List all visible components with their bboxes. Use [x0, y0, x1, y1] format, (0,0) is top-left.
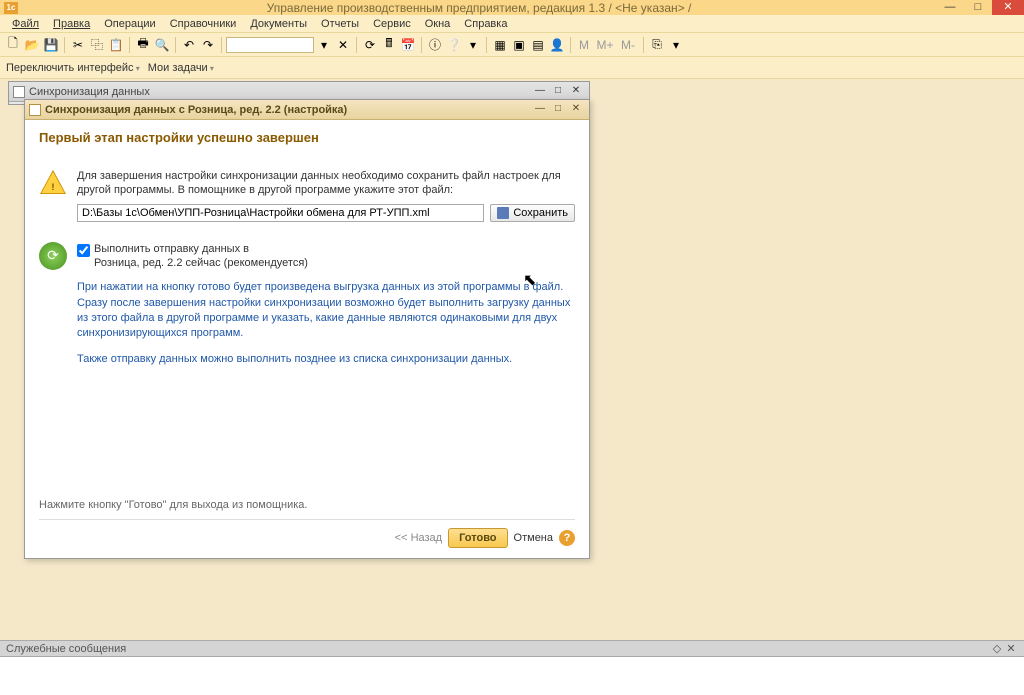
- panel1-minimize-button[interactable]: —: [531, 85, 549, 99]
- disk-icon: [497, 207, 509, 219]
- new-icon[interactable]: 🗋: [4, 36, 22, 54]
- panel2-minimize-button[interactable]: —: [531, 103, 549, 117]
- menu-service[interactable]: Сервис: [367, 17, 417, 31]
- warning-icon: !: [39, 169, 67, 197]
- menu-docs[interactable]: Документы: [244, 17, 313, 31]
- menu-windows[interactable]: Окна: [419, 17, 457, 31]
- toolbar-search-input[interactable]: [226, 37, 314, 53]
- dropdown2-icon[interactable]: ▾: [464, 36, 482, 54]
- panel2-maximize-button[interactable]: □: [549, 103, 567, 117]
- separator: [221, 37, 222, 53]
- menu-ops[interactable]: Операции: [98, 17, 161, 31]
- open-icon[interactable]: 📂: [23, 36, 41, 54]
- doc-icon: [29, 104, 41, 116]
- hint-text-2: Также отправку данных можно выполнить по…: [77, 352, 575, 367]
- workspace: Синхронизация данных — □ ✕ Синхронизация…: [0, 79, 1024, 640]
- separator: [486, 37, 487, 53]
- status-label: Служебные сообщения: [6, 643, 126, 655]
- copy-icon[interactable]: ⿻: [88, 36, 106, 54]
- print-icon[interactable]: 🖶: [134, 36, 152, 54]
- preview-icon[interactable]: 🔍: [153, 36, 171, 54]
- separator: [643, 37, 644, 53]
- save-button[interactable]: Сохранить: [490, 204, 575, 222]
- settings-path-input[interactable]: [77, 204, 484, 222]
- cut-icon[interactable]: ✂: [69, 36, 87, 54]
- footer-hint: Нажмите кнопку "Готово" для выхода из по…: [39, 499, 575, 511]
- dropdown3-icon[interactable]: ▾: [667, 36, 685, 54]
- help-button[interactable]: ?: [559, 530, 575, 546]
- calendar-icon[interactable]: 📅: [399, 36, 417, 54]
- separator: [570, 37, 571, 53]
- panel1-close-button[interactable]: ✕: [567, 85, 585, 99]
- panel-sync-wizard: Синхронизация данных с Розница, ред. 2.2…: [24, 99, 590, 559]
- menu-edit[interactable]: Правка: [47, 17, 96, 31]
- statusbar: Служебные сообщения ◇ ✕: [0, 640, 1024, 695]
- mplus-button[interactable]: M+: [594, 36, 616, 54]
- status-expand-button[interactable]: ◇: [990, 642, 1004, 655]
- separator: [356, 37, 357, 53]
- calc-icon[interactable]: 🖩: [380, 36, 398, 54]
- tool5-icon[interactable]: ⎘: [648, 36, 666, 54]
- my-tasks-link[interactable]: Мои задачи: [148, 62, 214, 74]
- app-title: Управление производственным предприятием…: [22, 1, 936, 15]
- undo-icon[interactable]: ↶: [180, 36, 198, 54]
- menu-help[interactable]: Справка: [458, 17, 513, 31]
- mminus-button[interactable]: M-: [617, 36, 639, 54]
- tool1-icon[interactable]: ▦: [491, 36, 509, 54]
- status-body: [0, 657, 1024, 695]
- divider: [39, 519, 575, 520]
- tool4-icon[interactable]: 👤: [548, 36, 566, 54]
- minimize-button[interactable]: —: [936, 0, 964, 15]
- sync-icon: ⟳: [39, 242, 67, 270]
- wizard-desc: Для завершения настройки синхронизации д…: [77, 169, 575, 198]
- svg-text:!: !: [51, 182, 54, 193]
- separator: [129, 37, 130, 53]
- send-now-checkbox[interactable]: [77, 244, 90, 257]
- tool2-icon[interactable]: ▣: [510, 36, 528, 54]
- save-label: Сохранить: [513, 207, 568, 219]
- maximize-button[interactable]: □: [964, 0, 992, 15]
- redo-icon[interactable]: ↷: [199, 36, 217, 54]
- menu-file[interactable]: Файл: [6, 17, 45, 31]
- panel1-title: Синхронизация данных: [29, 86, 531, 98]
- close-button[interactable]: ✕: [992, 0, 1024, 15]
- m-button[interactable]: M: [575, 36, 593, 54]
- dropdown-icon[interactable]: ▾: [315, 36, 333, 54]
- close-doc-icon[interactable]: ✕: [334, 36, 352, 54]
- send-now-label: Выполнить отправку данных вРозница, ред.…: [94, 242, 308, 271]
- refresh-icon[interactable]: ⟳: [361, 36, 379, 54]
- app-titlebar: 1c Управление производственным предприят…: [0, 0, 1024, 15]
- ready-button[interactable]: Готово: [448, 528, 507, 548]
- status-close-button[interactable]: ✕: [1004, 642, 1018, 655]
- back-button[interactable]: << Назад: [395, 532, 442, 544]
- separator: [64, 37, 65, 53]
- hint-text-1: При нажатии на кнопку готово будет произ…: [77, 280, 575, 342]
- save-icon[interactable]: 💾: [42, 36, 60, 54]
- separator: [421, 37, 422, 53]
- switch-interface-link[interactable]: Переключить интерфейс: [6, 62, 140, 74]
- cancel-button[interactable]: Отмена: [514, 532, 553, 544]
- panel2-titlebar[interactable]: Синхронизация данных с Розница, ред. 2.2…: [25, 100, 589, 120]
- menubar: Файл Правка Операции Справочники Докумен…: [0, 15, 1024, 33]
- subtoolbar: Переключить интерфейс Мои задачи: [0, 57, 1024, 79]
- panel1-maximize-button[interactable]: □: [549, 85, 567, 99]
- doc-icon: [13, 86, 25, 98]
- wizard-heading: Первый этап настройки успешно завершен: [39, 130, 575, 145]
- help-icon[interactable]: ❔: [445, 36, 463, 54]
- app-logo: 1c: [4, 2, 18, 14]
- menu-reports[interactable]: Отчеты: [315, 17, 365, 31]
- info-icon[interactable]: ⓘ: [426, 36, 444, 54]
- toolbar: 🗋 📂 💾 ✂ ⿻ 📋 🖶 🔍 ↶ ↷ ▾ ✕ ⟳ 🖩 📅 ⓘ ❔ ▾ ▦ ▣ …: [0, 33, 1024, 57]
- panel2-close-button[interactable]: ✕: [567, 103, 585, 117]
- menu-refs[interactable]: Справочники: [164, 17, 243, 31]
- separator: [175, 37, 176, 53]
- tool3-icon[interactable]: ▤: [529, 36, 547, 54]
- paste-icon[interactable]: 📋: [107, 36, 125, 54]
- panel2-title: Синхронизация данных с Розница, ред. 2.2…: [45, 104, 531, 116]
